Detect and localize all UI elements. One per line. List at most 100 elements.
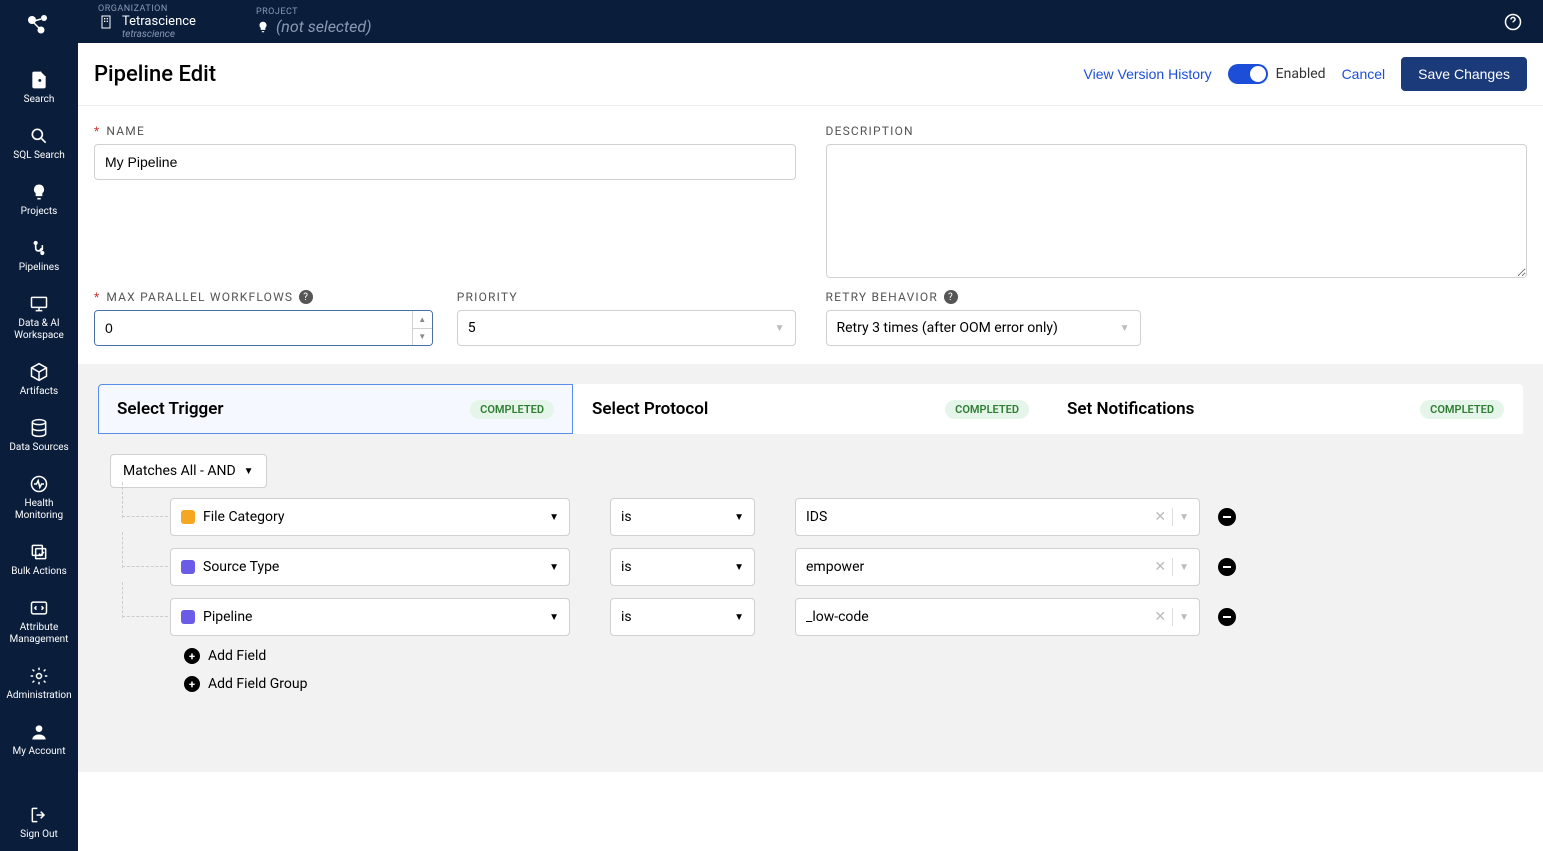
sidebar-item-administration[interactable]: Administration: [0, 656, 78, 712]
description-input[interactable]: [826, 144, 1528, 278]
name-label: NAME: [94, 124, 796, 138]
pipeline-icon: [29, 238, 49, 258]
sidebar-item-label: Data & AI Workspace: [4, 318, 74, 342]
magnify-icon: [29, 126, 49, 146]
plus-icon: +: [184, 676, 200, 692]
clear-icon[interactable]: ✕: [1154, 509, 1166, 525]
condition-operator-select[interactable]: is ▼: [610, 498, 755, 536]
sidebar-item-my-account[interactable]: My Account: [0, 712, 78, 768]
sidebar-item-label: My Account: [13, 746, 66, 758]
stepper-up[interactable]: ▲: [413, 311, 432, 329]
page-header: Pipeline Edit View Version History Enabl…: [78, 43, 1543, 106]
monitor-icon: [29, 294, 49, 314]
save-button[interactable]: Save Changes: [1401, 57, 1527, 91]
sidebar-item-data-sources[interactable]: Data Sources: [0, 408, 78, 464]
description-label: DESCRIPTION: [826, 124, 1528, 138]
lightbulb-icon: [29, 182, 49, 202]
chevron-down-icon: ▼: [775, 323, 785, 334]
help-icon: [1503, 12, 1523, 32]
sidebar-item-label: Projects: [21, 206, 58, 218]
building-icon: [98, 14, 114, 30]
chevron-down-icon: ▼: [549, 612, 559, 623]
status-badge: COMPLETED: [470, 400, 554, 419]
clear-icon[interactable]: ✕: [1154, 559, 1166, 575]
condition-value-select[interactable]: empower ✕ ▼: [795, 548, 1200, 586]
sidebar-item-search[interactable]: Search: [0, 60, 78, 116]
help-icon[interactable]: ?: [944, 290, 958, 304]
condition-row: Pipeline ▼ is ▼ _low-code ✕ ▼: [110, 598, 1511, 636]
sidebar-item-label: Health Monitoring: [4, 498, 74, 522]
name-input[interactable]: [94, 144, 796, 180]
priority-select[interactable]: 5 ▼: [457, 310, 796, 346]
app-logo[interactable]: [24, 10, 54, 40]
database-icon: [29, 418, 49, 438]
sidebar-item-signout[interactable]: Sign Out: [0, 795, 78, 851]
chevron-down-icon: ▼: [734, 562, 744, 573]
condition-value-select[interactable]: _low-code ✕ ▼: [795, 598, 1200, 636]
org-name[interactable]: Tetrascience: [122, 14, 196, 29]
enabled-toggle[interactable]: [1228, 64, 1268, 84]
cancel-button[interactable]: Cancel: [1342, 66, 1386, 82]
chevron-down-icon[interactable]: ▼: [1179, 562, 1189, 573]
max-parallel-input[interactable]: ▲ ▼: [94, 310, 433, 346]
health-icon: [29, 474, 49, 494]
condition-field-select[interactable]: Source Type ▼: [170, 548, 570, 586]
sidebar-item-label: Data Sources: [9, 442, 68, 454]
sidebar-item-attribute-mgmt[interactable]: Attribute Management: [0, 588, 78, 656]
stepper-down[interactable]: ▼: [413, 329, 432, 346]
match-mode-select[interactable]: Matches All - AND ▼: [110, 454, 267, 488]
condition-operator-select[interactable]: is ▼: [610, 598, 755, 636]
enabled-label: Enabled: [1276, 66, 1326, 82]
field-chip: [181, 610, 195, 624]
chevron-down-icon[interactable]: ▼: [1179, 512, 1189, 523]
retry-label: RETRY BEHAVIOR ?: [826, 290, 1528, 304]
chevron-down-icon: ▼: [1120, 323, 1130, 334]
sidebar-item-label: Pipelines: [19, 262, 60, 274]
sidebar: Search SQL Search Projects Pipelines Dat…: [0, 0, 78, 851]
sidebar-item-label: Attribute Management: [4, 622, 74, 646]
condition-field-select[interactable]: Pipeline ▼: [170, 598, 570, 636]
remove-condition-button[interactable]: [1218, 508, 1236, 526]
tab-select-trigger[interactable]: Select Trigger COMPLETED: [98, 384, 573, 434]
bulk-icon: [29, 542, 49, 562]
sidebar-item-label: Search: [24, 94, 55, 106]
sidebar-item-pipelines[interactable]: Pipelines: [0, 228, 78, 284]
condition-value-select[interactable]: IDS ✕ ▼: [795, 498, 1200, 536]
sidebar-item-workspace[interactable]: Data & AI Workspace: [0, 284, 78, 352]
condition-field-select[interactable]: File Category ▼: [170, 498, 570, 536]
tab-set-notifications[interactable]: Set Notifications COMPLETED: [1048, 384, 1523, 434]
tab-select-protocol[interactable]: Select Protocol COMPLETED: [573, 384, 1048, 434]
chevron-down-icon: ▼: [734, 512, 744, 523]
sidebar-item-projects[interactable]: Projects: [0, 172, 78, 228]
chevron-down-icon: ▼: [244, 466, 254, 477]
retry-select[interactable]: Retry 3 times (after OOM error only) ▼: [826, 310, 1141, 346]
condition-row: File Category ▼ is ▼ IDS ✕ ▼: [110, 498, 1511, 536]
sidebar-item-label: Artifacts: [20, 386, 58, 398]
plus-icon: +: [184, 648, 200, 664]
signout-icon: [29, 805, 49, 825]
sidebar-item-bulk-actions[interactable]: Bulk Actions: [0, 532, 78, 588]
user-icon: [29, 722, 49, 742]
remove-condition-button[interactable]: [1218, 608, 1236, 626]
chevron-down-icon: ▼: [549, 512, 559, 523]
sidebar-item-label: Sign Out: [20, 829, 58, 841]
org-label: ORGANIZATION: [98, 4, 196, 14]
sidebar-item-artifacts[interactable]: Artifacts: [0, 352, 78, 408]
sidebar-item-sql-search[interactable]: SQL Search: [0, 116, 78, 172]
project-selector[interactable]: (not selected): [256, 17, 372, 36]
help-icon[interactable]: ?: [299, 290, 313, 304]
sidebar-item-label: SQL Search: [13, 150, 64, 162]
chevron-down-icon: ▼: [734, 612, 744, 623]
chevron-down-icon[interactable]: ▼: [1179, 612, 1189, 623]
cube-icon: [29, 362, 49, 382]
project-label: PROJECT: [256, 7, 372, 17]
condition-operator-select[interactable]: is ▼: [610, 548, 755, 586]
clear-icon[interactable]: ✕: [1154, 609, 1166, 625]
view-history-link[interactable]: View Version History: [1084, 66, 1212, 82]
remove-condition-button[interactable]: [1218, 558, 1236, 576]
add-field-button[interactable]: + Add Field: [110, 648, 1511, 664]
max-parallel-label: MAX PARALLEL WORKFLOWS ?: [94, 290, 433, 304]
sidebar-item-health[interactable]: Health Monitoring: [0, 464, 78, 532]
add-field-group-button[interactable]: + Add Field Group: [110, 676, 1511, 692]
help-button[interactable]: [1503, 12, 1523, 32]
